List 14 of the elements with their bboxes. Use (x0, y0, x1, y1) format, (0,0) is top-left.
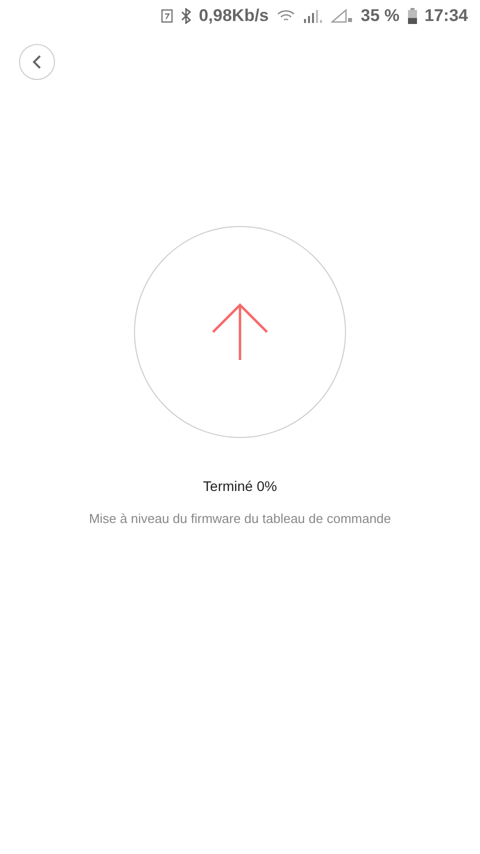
wifi-icon (276, 9, 295, 23)
progress-status: Terminé 0% (203, 478, 277, 494)
notification-icon (160, 9, 173, 23)
bluetooth-icon (180, 8, 191, 24)
progress-description: Mise à niveau du firmware du tableau de commande (88, 511, 392, 526)
back-button[interactable] (19, 44, 55, 80)
signal-icon (302, 9, 323, 23)
upload-arrow-icon (210, 302, 270, 362)
battery-icon (408, 8, 417, 24)
clock-time: 17:34 (424, 5, 468, 28)
signal-icon (330, 9, 353, 23)
battery-percent: 35 % (360, 5, 400, 28)
network-speed: 0,98Kb/s (198, 5, 269, 28)
back-icon (32, 54, 42, 70)
